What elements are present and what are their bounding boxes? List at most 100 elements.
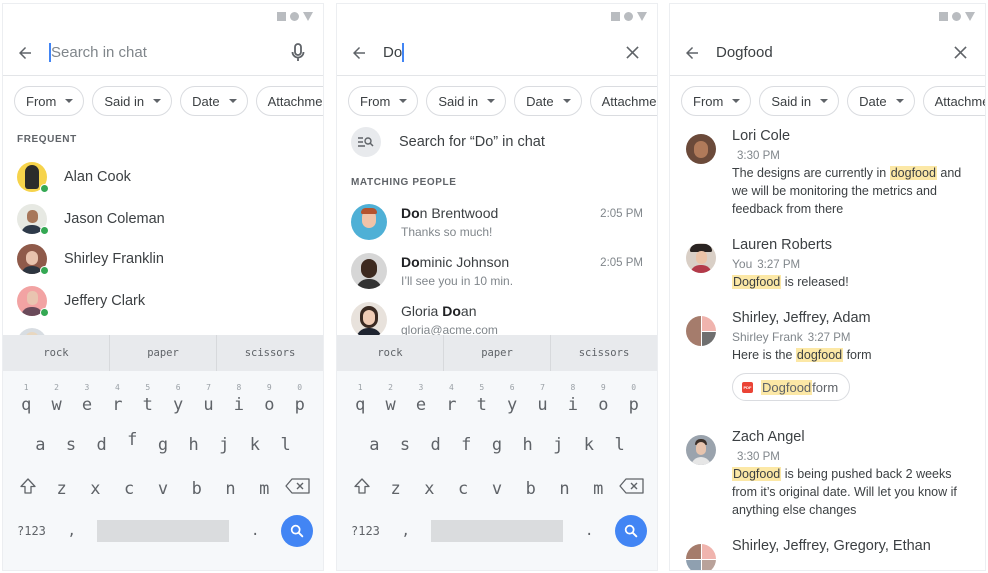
clear-icon[interactable] — [949, 42, 971, 64]
key[interactable]: x — [416, 479, 442, 499]
key[interactable]: l — [273, 435, 299, 455]
space-bar[interactable] — [97, 520, 230, 542]
key[interactable]: a — [361, 435, 387, 455]
key[interactable]: 2w — [44, 383, 70, 415]
suggestion[interactable]: rock — [3, 335, 110, 371]
comma-key[interactable]: , — [59, 523, 85, 539]
key[interactable]: c — [450, 479, 476, 499]
period-key[interactable]: . — [242, 523, 268, 539]
key[interactable]: s — [58, 435, 84, 455]
key[interactable]: a — [27, 435, 53, 455]
backspace-key[interactable] — [285, 477, 311, 500]
chip-from[interactable]: From — [681, 86, 752, 116]
key[interactable]: h — [181, 435, 207, 455]
key[interactable]: 5t — [135, 383, 161, 415]
message-result[interactable]: Lori Cole 3:30 PM The designs are curren… — [670, 128, 985, 218]
key[interactable]: 7u — [530, 383, 556, 415]
key[interactable]: z — [383, 479, 409, 499]
key[interactable]: d — [89, 435, 115, 455]
suggestion[interactable]: scissors — [217, 335, 323, 371]
suggestion[interactable]: paper — [444, 335, 551, 371]
key[interactable]: 9o — [590, 383, 616, 415]
chip-said-in[interactable]: Said in — [759, 86, 840, 116]
key[interactable]: 3e — [74, 383, 100, 415]
back-arrow-icon[interactable] — [349, 43, 369, 63]
chip-date[interactable]: Date — [847, 86, 915, 116]
period-key[interactable]: . — [576, 523, 602, 539]
symbols-key[interactable]: ?123 — [17, 524, 46, 538]
clear-icon[interactable] — [621, 42, 643, 64]
comma-key[interactable]: , — [393, 523, 419, 539]
microphone-icon[interactable] — [287, 42, 309, 64]
key[interactable]: 8i — [226, 383, 252, 415]
key[interactable]: b — [184, 479, 210, 499]
list-item[interactable]: Dominic Johnson I’ll see you in 10 min. … — [337, 252, 657, 301]
chip-attachment[interactable]: Attachment — [922, 86, 985, 116]
chip-date[interactable]: Date — [514, 86, 582, 116]
key[interactable]: 9o — [256, 383, 282, 415]
chip-said-in[interactable]: Said in — [92, 86, 173, 116]
key[interactable]: c — [116, 479, 142, 499]
key[interactable]: 5t — [469, 383, 495, 415]
key[interactable]: s — [392, 435, 418, 455]
key[interactable]: 6y — [165, 383, 191, 415]
key[interactable]: 4r — [438, 383, 464, 415]
search-for-in-chat[interactable]: Search for “Do” in chat — [337, 120, 657, 164]
suggestion[interactable]: paper — [110, 335, 217, 371]
key[interactable]: j — [211, 435, 237, 455]
key[interactable]: 8i — [560, 383, 586, 415]
key[interactable]: 2w — [378, 383, 404, 415]
key[interactable]: v — [484, 479, 510, 499]
search-input[interactable]: Do — [383, 43, 621, 62]
shift-key[interactable] — [15, 477, 41, 500]
key[interactable]: k — [242, 435, 268, 455]
suggestion[interactable]: scissors — [551, 335, 657, 371]
list-item[interactable]: Jason Coleman — [3, 199, 323, 239]
key[interactable]: n — [217, 479, 243, 499]
space-bar[interactable] — [431, 520, 564, 542]
list-item[interactable]: Jeffery Clark — [3, 279, 323, 323]
back-arrow-icon[interactable] — [15, 43, 35, 63]
key[interactable]: b — [518, 479, 544, 499]
search-key[interactable] — [614, 515, 647, 547]
message-result[interactable]: Shirley, Jeffrey, Gregory, Ethan — [670, 538, 985, 570]
message-result[interactable]: Shirley, Jeffrey, Adam Shirley Frank 3:27… — [670, 310, 985, 401]
attachment-chip[interactable]: PDF Dogfood form — [732, 373, 851, 401]
key[interactable]: g — [484, 435, 510, 455]
key[interactable]: d — [423, 435, 449, 455]
search-key[interactable] — [280, 515, 313, 547]
message-result[interactable]: Lauren Roberts You 3:27 PM Dogfood is rel… — [670, 237, 985, 291]
chip-from[interactable]: From — [14, 86, 85, 116]
symbols-key[interactable]: ?123 — [351, 524, 380, 538]
suggestion[interactable]: rock — [337, 335, 444, 371]
list-item[interactable]: Alan Cook — [3, 155, 323, 199]
key[interactable]: 6y — [499, 383, 525, 415]
key[interactable]: z — [49, 479, 75, 499]
key[interactable]: 1q — [13, 383, 39, 415]
chip-said-in[interactable]: Said in — [426, 86, 507, 116]
key[interactable]: v — [150, 479, 176, 499]
list-item[interactable]: Shirley Franklin — [3, 239, 323, 279]
search-input[interactable]: Search in chat — [49, 43, 287, 62]
back-arrow-icon[interactable] — [682, 43, 702, 63]
chip-attachment[interactable]: Attachment — [255, 86, 323, 116]
chip-attachment[interactable]: Attachment — [589, 86, 657, 116]
chip-from[interactable]: From — [348, 86, 419, 116]
key[interactable]: j — [545, 435, 571, 455]
key[interactable]: f — [453, 435, 479, 455]
key[interactable]: 1q — [347, 383, 373, 415]
key[interactable]: m — [585, 479, 611, 499]
list-item[interactable]: Don Brentwood Thanks so much! 2:05 PM — [337, 203, 657, 252]
key[interactable]: 7u — [196, 383, 222, 415]
key[interactable]: g — [150, 435, 176, 455]
key[interactable]: 3e — [408, 383, 434, 415]
key[interactable]: n — [551, 479, 577, 499]
chip-date[interactable]: Date — [180, 86, 248, 116]
key[interactable]: l — [607, 435, 633, 455]
key[interactable]: m — [251, 479, 277, 499]
key[interactable]: k — [576, 435, 602, 455]
key[interactable]: 0p — [287, 383, 313, 415]
key[interactable]: 4r — [104, 383, 130, 415]
backspace-key[interactable] — [619, 477, 645, 500]
search-input[interactable]: Dogfood — [716, 44, 949, 61]
